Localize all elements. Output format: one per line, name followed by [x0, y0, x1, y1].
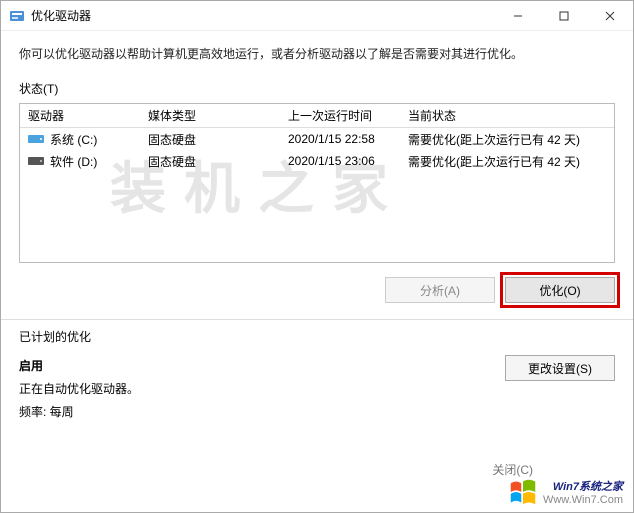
- brand-url: Www.Win7.Com: [543, 494, 623, 506]
- scheduled-label: 已计划的优化: [1, 322, 633, 349]
- action-buttons: 分析(A) 优化(O): [1, 263, 633, 317]
- optimize-drives-window: 优化驱动器 你可以优化驱动器以帮助计算机更高效地运行，或者分析驱动器以了解是否需…: [0, 0, 634, 513]
- maximize-button[interactable]: [541, 1, 587, 31]
- drive-state: 需要优化(距上次运行已有 42 天): [400, 153, 614, 170]
- close-label: 关闭(C): [492, 461, 533, 478]
- app-icon: [9, 8, 25, 24]
- schedule-line: 正在自动优化驱动器。: [19, 378, 485, 401]
- window-title: 优化驱动器: [31, 7, 91, 24]
- description-text: 你可以优化驱动器以帮助计算机更高效地运行，或者分析驱动器以了解是否需要对其进行优…: [1, 31, 633, 70]
- drive-media: 固态硬盘: [140, 131, 280, 148]
- col-state[interactable]: 当前状态: [400, 107, 614, 124]
- status-label: 状态(T): [1, 70, 633, 103]
- brand-watermark: Win7系统之家 Www.Win7.Com: [509, 478, 623, 506]
- col-drive[interactable]: 驱动器: [20, 107, 140, 124]
- list-header: 驱动器 媒体类型 上一次运行时间 当前状态: [20, 104, 614, 128]
- table-row[interactable]: 系统 (C:) 固态硬盘 2020/1/15 22:58 需要优化(距上次运行已…: [20, 128, 614, 150]
- drive-last: 2020/1/15 23:06: [280, 154, 400, 168]
- titlebar: 优化驱动器: [1, 1, 633, 31]
- windows-logo-icon: [509, 478, 537, 506]
- drive-state: 需要优化(距上次运行已有 42 天): [400, 131, 614, 148]
- divider: [1, 319, 633, 320]
- maximize-icon: [559, 11, 569, 21]
- table-row[interactable]: 软件 (D:) 固态硬盘 2020/1/15 23:06 需要优化(距上次运行已…: [20, 150, 614, 172]
- drive-name: 系统 (C:): [50, 131, 97, 148]
- brand-name: Win7系统之家: [543, 478, 623, 494]
- drive-name: 软件 (D:): [50, 153, 97, 170]
- close-icon: [605, 11, 615, 21]
- drive-media: 固态硬盘: [140, 153, 280, 170]
- drive-icon: [28, 133, 44, 145]
- drive-last: 2020/1/15 22:58: [280, 132, 400, 146]
- close-button[interactable]: [587, 1, 633, 31]
- schedule-frequency: 频率: 每周: [19, 401, 485, 424]
- col-media[interactable]: 媒体类型: [140, 107, 280, 124]
- change-settings-button[interactable]: 更改设置(S): [505, 355, 615, 381]
- col-last[interactable]: 上一次运行时间: [280, 107, 400, 124]
- minimize-button[interactable]: [495, 1, 541, 31]
- schedule-heading: 启用: [19, 355, 485, 378]
- optimize-button[interactable]: 优化(O): [505, 277, 615, 303]
- schedule-section: 启用 正在自动优化驱动器。 频率: 每周 更改设置(S): [1, 349, 633, 429]
- drives-list[interactable]: 装机之家 驱动器 媒体类型 上一次运行时间 当前状态 系统 (C:) 固态硬盘 …: [19, 103, 615, 263]
- analyze-button: 分析(A): [385, 277, 495, 303]
- minimize-icon: [513, 11, 523, 21]
- drive-icon: [28, 155, 44, 167]
